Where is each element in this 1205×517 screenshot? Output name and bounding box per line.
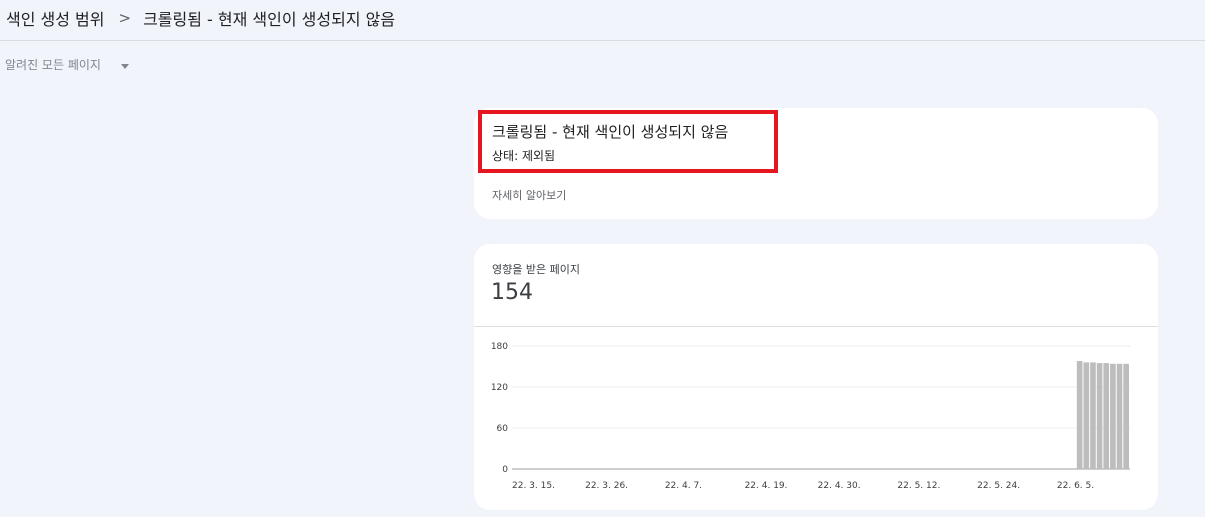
chart-bar (1116, 363, 1123, 469)
page-filter-dropdown[interactable]: 알려진 모든 페이지 (5, 56, 129, 73)
page-filter-value: 알려진 모든 페이지 (5, 58, 101, 72)
x-tick-label: 22. 3. 15. (512, 481, 555, 491)
y-tick-label: 0 (502, 465, 508, 475)
x-tick-label: 22. 5. 12. (897, 481, 940, 491)
chart-bar (1076, 361, 1083, 469)
issue-title: 크롤링됨 - 현재 색인이 생성되지 않음 (492, 123, 729, 141)
y-tick-label: 120 (491, 383, 508, 393)
breadcrumb: 색인 생성 범위 > 크롤링됨 - 현재 색인이 생성되지 않음 (6, 6, 395, 30)
x-tick-label: 22. 5. 24. (977, 481, 1020, 491)
header-divider (0, 40, 1205, 41)
x-tick-label: 22. 3. 26. (585, 481, 628, 491)
y-tick-label: 60 (497, 424, 509, 434)
chart-bar (1123, 363, 1129, 469)
issue-info-card: 크롤링됨 - 현재 색인이 생성되지 않음 상태: 제외됨 자세히 알아보기 (474, 108, 1158, 219)
chart-bar (1110, 363, 1116, 469)
issue-status: 상태: 제외됨 (492, 149, 556, 163)
chart-bar (1096, 363, 1103, 469)
x-tick-label: 22. 4. 19. (745, 481, 788, 491)
x-tick-label: 22. 4. 30. (818, 481, 861, 491)
chart-bar (1083, 362, 1090, 469)
affected-pages-card: 영향을 받은 페이지 154 0 60 120 180 22. 3. 15. 22. 3.… (474, 244, 1158, 510)
caret-down-icon (120, 63, 129, 69)
x-tick-label: 22. 4. 7. (665, 481, 702, 491)
affected-pages-chart: 0 60 120 180 22. 3. 15. 22. 3. 26. 22. 4. 7. 22… (491, 342, 1130, 491)
learn-more-link[interactable]: 자세히 알아보기 (492, 187, 566, 203)
x-tick-label: 22. 6. 5. (1057, 481, 1094, 491)
breadcrumb-current: 크롤링됨 - 현재 색인이 생성되지 않음 (143, 10, 396, 29)
breadcrumb-separator-icon: > (118, 9, 132, 27)
y-tick-label: 180 (491, 342, 508, 352)
breadcrumb-parent-link[interactable]: 색인 생성 범위 (6, 6, 105, 30)
chart-bar (1090, 362, 1096, 469)
chart-bar (1103, 363, 1110, 469)
